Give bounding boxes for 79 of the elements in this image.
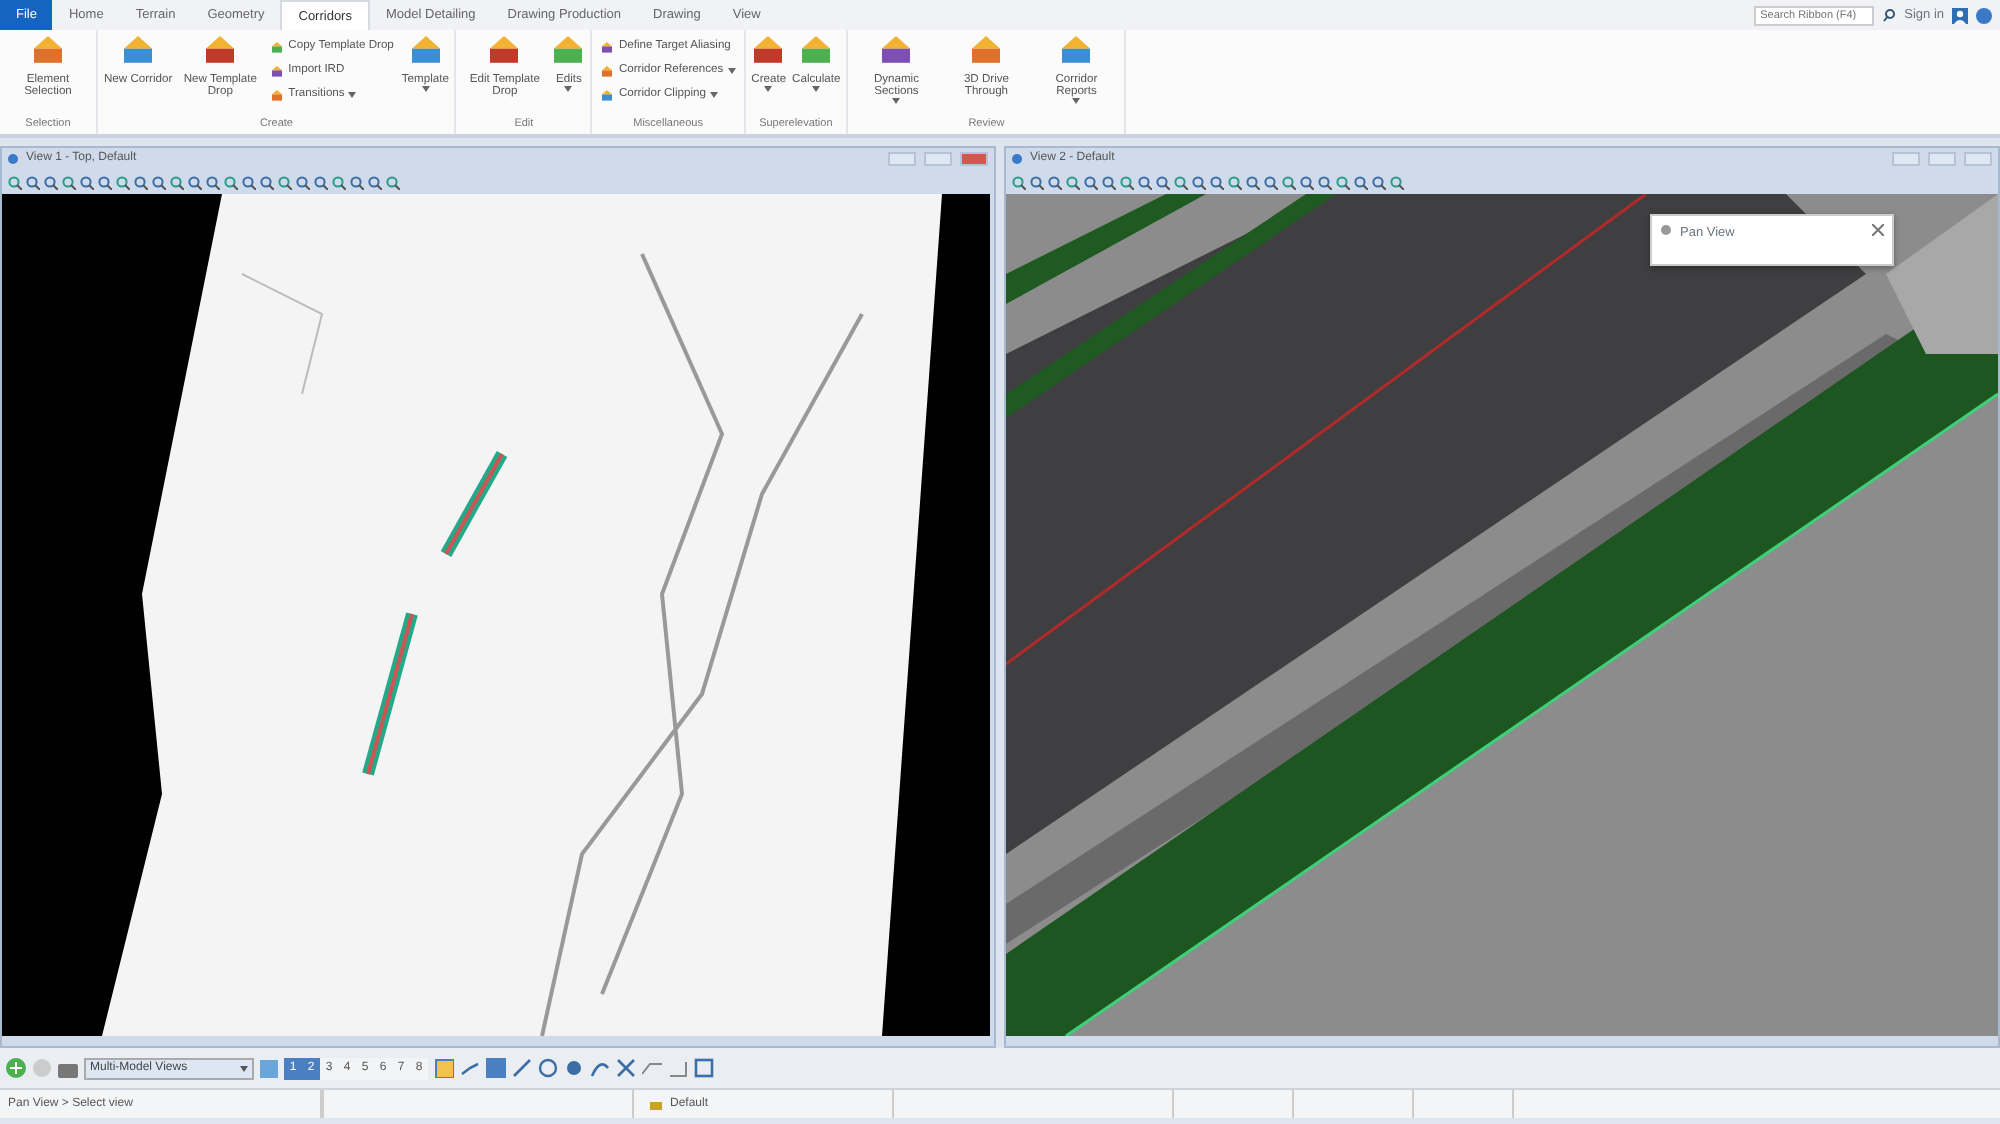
caret-icon	[421, 86, 430, 93]
caret-icon	[564, 86, 573, 93]
view-tool-icon[interactable]	[386, 175, 400, 189]
caret-icon	[240, 1065, 248, 1071]
view-tool-icon[interactable]	[1048, 175, 1062, 189]
tool-icon	[552, 34, 585, 66]
caret-icon	[892, 98, 901, 105]
view-tool-icon[interactable]	[1066, 175, 1080, 189]
caret-icon	[709, 91, 718, 97]
view-tool-icon[interactable]	[260, 175, 274, 189]
view-tool-icon[interactable]	[1336, 175, 1350, 189]
view-tool-icon[interactable]	[170, 175, 184, 189]
view-tool-icon[interactable]	[1264, 175, 1278, 189]
view-icon	[1012, 154, 1022, 164]
view-tool-icon[interactable]	[134, 175, 148, 189]
caret-icon	[727, 67, 736, 73]
snap-tool-icon[interactable]	[616, 1058, 636, 1078]
view-tool-icon[interactable]	[206, 175, 220, 189]
view-tool-icon[interactable]	[8, 175, 22, 189]
view-tool-icon[interactable]	[1192, 175, 1206, 189]
close-icon	[1872, 224, 1884, 236]
caret-icon	[348, 91, 357, 97]
view-tool-icon[interactable]	[116, 175, 130, 189]
view-tool-icon[interactable]	[26, 175, 40, 189]
view-tool-icon[interactable]	[1012, 175, 1026, 189]
view-tool-icon[interactable]	[1210, 175, 1224, 189]
view-tool-icon[interactable]	[278, 175, 292, 189]
view-tool-icon[interactable]	[1228, 175, 1242, 189]
view-tool-icon[interactable]	[188, 175, 202, 189]
view-tool-icon[interactable]	[242, 175, 256, 189]
tool-icon	[32, 34, 64, 66]
view-tool-icon[interactable]	[1120, 175, 1134, 189]
tool-icon	[880, 34, 913, 66]
view-tool-icon[interactable]	[1102, 175, 1116, 189]
tool-icon	[600, 39, 615, 53]
view-tool-icon[interactable]	[224, 175, 238, 189]
tool-icon	[970, 34, 1003, 66]
tool-icon	[270, 39, 285, 53]
user-icon[interactable]	[1952, 7, 1968, 23]
view-tool-icon[interactable]	[80, 175, 94, 189]
view-tool-icon[interactable]	[368, 175, 382, 189]
view-tool-icon[interactable]	[152, 175, 166, 189]
search-icon[interactable]	[1882, 8, 1897, 22]
tool-icon	[270, 63, 285, 77]
tool-icon	[752, 34, 785, 66]
view-tool-icon[interactable]	[1390, 175, 1404, 189]
caret-icon	[764, 86, 773, 93]
tool-icon	[600, 87, 615, 101]
view-tool-icon[interactable]	[1156, 175, 1170, 189]
view-tool-icon[interactable]	[314, 175, 328, 189]
tool-icon	[600, 63, 615, 77]
view-tool-icon[interactable]	[1084, 175, 1098, 189]
view-tool-icon[interactable]	[1030, 175, 1044, 189]
view-tool-icon[interactable]	[62, 175, 76, 189]
caret-icon	[812, 86, 821, 93]
view-tool-icon[interactable]	[1282, 175, 1296, 189]
view-tool-icon[interactable]	[1246, 175, 1260, 189]
tool-icon	[1060, 34, 1093, 66]
view-icon	[8, 154, 18, 164]
view-tool-icon[interactable]	[350, 175, 364, 189]
view-tool-icon[interactable]	[44, 175, 58, 189]
view-tool-icon[interactable]	[1372, 175, 1386, 189]
tool-icon	[204, 34, 237, 66]
view-tool-icon[interactable]	[1318, 175, 1332, 189]
tool-icon	[270, 87, 285, 101]
close-button[interactable]	[1872, 224, 1884, 236]
plus-circle-icon[interactable]	[6, 1058, 26, 1078]
view-tool-icon[interactable]	[1354, 175, 1368, 189]
view-tool-icon[interactable]	[1174, 175, 1188, 189]
tool-icon	[409, 34, 442, 66]
view-tool-icon[interactable]	[332, 175, 346, 189]
view-tool-icon[interactable]	[98, 175, 112, 189]
tool-icon	[488, 34, 521, 66]
tool-icon	[122, 34, 155, 66]
view-tool-icon[interactable]	[296, 175, 310, 189]
tool-icon	[800, 34, 833, 66]
view-tool-icon[interactable]	[1138, 175, 1152, 189]
caret-icon	[1072, 98, 1081, 105]
view-tool-icon[interactable]	[1300, 175, 1314, 189]
